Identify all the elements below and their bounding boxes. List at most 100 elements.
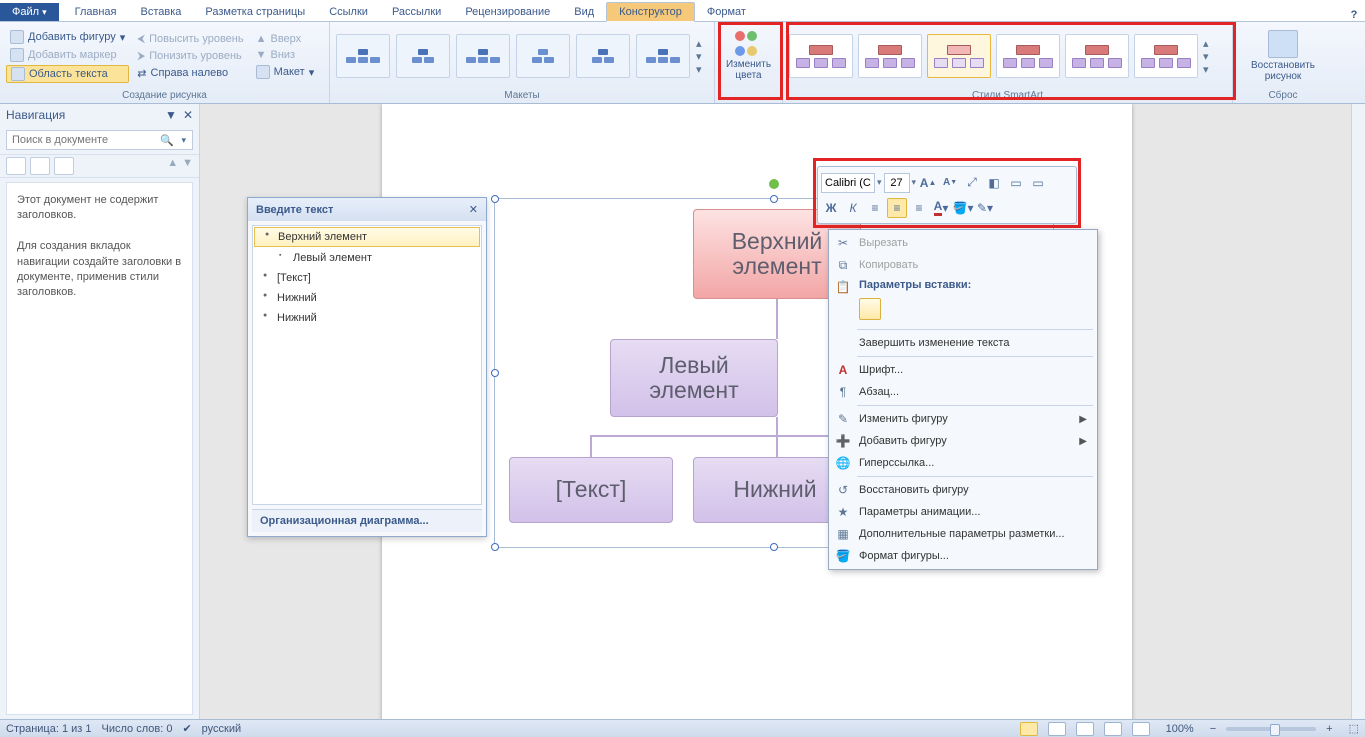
ctx-paragraph[interactable]: ¶Абзац... <box>829 381 1097 403</box>
text-pane-footer[interactable]: Организационная диаграмма... <box>252 509 482 532</box>
text-pane-item-4[interactable]: Нижний <box>253 308 481 328</box>
tab-review[interactable]: Рецензирование <box>453 3 562 21</box>
mini-align-right[interactable]: ≡ <box>909 198 929 218</box>
ctx-cut[interactable]: ✂Вырезать <box>829 232 1097 254</box>
resize-handle-n[interactable] <box>770 195 778 203</box>
ctx-format-shape[interactable]: 🪣Формат фигуры... <box>829 545 1097 567</box>
resize-handle-s[interactable] <box>770 543 778 551</box>
ctx-end-edit[interactable]: Завершить изменение текста <box>829 332 1097 354</box>
ctx-restore[interactable]: ↺Восстановить фигуру <box>829 479 1097 501</box>
zoom-slider[interactable] <box>1226 727 1316 731</box>
resize-handle-w[interactable] <box>491 369 499 377</box>
ctx-animation[interactable]: ★Параметры анимации... <box>829 501 1097 523</box>
mini-align-center[interactable]: ≡ <box>887 198 907 218</box>
add-shape-button[interactable]: Добавить фигуру ▾ <box>6 29 129 45</box>
mini-autofit-icon[interactable]: ⤢ <box>962 173 982 193</box>
rtl-button[interactable]: ⇄Справа налево <box>133 66 247 81</box>
resize-handle-nw[interactable] <box>491 195 499 203</box>
mini-send-back[interactable]: ▭ <box>1028 173 1048 193</box>
tab-insert[interactable]: Вставка <box>129 3 194 21</box>
ctx-copy[interactable]: ⧉Копировать <box>829 254 1097 276</box>
demote-button[interactable]: ⮞Понизить уровень <box>133 49 247 64</box>
style-thumb-5[interactable] <box>1065 34 1129 78</box>
nav-view-results[interactable] <box>54 157 74 175</box>
change-colors-button[interactable]: Изменить цвета <box>720 29 777 83</box>
paste-keep-source-icon[interactable] <box>859 298 881 320</box>
mini-quick-styles[interactable]: ◧ <box>984 173 1004 193</box>
layout-thumb-4[interactable] <box>516 34 570 78</box>
status-proofing-icon[interactable]: ✔ <box>182 722 191 735</box>
mini-font-combo[interactable] <box>821 173 875 193</box>
status-words[interactable]: Число слов: 0 <box>102 723 173 735</box>
ctx-hyperlink[interactable]: 🌐Гиперссылка... <box>829 452 1097 474</box>
view-print-layout[interactable] <box>1020 722 1038 736</box>
mini-grow-font[interactable]: A▲ <box>918 173 938 193</box>
mini-font-color[interactable]: A▾ <box>931 198 951 218</box>
nav-view-pages[interactable] <box>30 157 50 175</box>
text-pane-item-0[interactable]: Верхний элемент <box>254 227 480 247</box>
text-pane-item-2[interactable]: [Текст] <box>253 268 481 288</box>
add-bullet-button[interactable]: Добавить маркер <box>6 47 129 63</box>
layout-thumb-1[interactable] <box>336 34 390 78</box>
resize-handle-sw[interactable] <box>491 543 499 551</box>
layout-thumb-6[interactable] <box>636 34 690 78</box>
collapsed-pane[interactable] <box>1351 104 1365 719</box>
styles-more[interactable]: ▴▾▾ <box>1203 37 1209 76</box>
tab-view[interactable]: Вид <box>562 3 606 21</box>
text-pane-item-3[interactable]: Нижний <box>253 288 481 308</box>
text-pane-close-icon[interactable]: ✕ <box>469 203 478 216</box>
zoom-out-icon[interactable]: − <box>1210 723 1216 735</box>
ctx-more-layout[interactable]: ▦Дополнительные параметры разметки... <box>829 523 1097 545</box>
mini-outline-color[interactable]: ✎▾ <box>975 198 995 218</box>
help-icon[interactable]: ? <box>1343 9 1365 21</box>
promote-button[interactable]: ⮜Повысить уровень <box>133 32 247 47</box>
ctx-change-shape[interactable]: ✎Изменить фигуру▶ <box>829 408 1097 430</box>
mini-size-combo[interactable] <box>884 173 910 193</box>
view-draft[interactable] <box>1132 722 1150 736</box>
layout-thumb-2[interactable] <box>396 34 450 78</box>
nav-prev-icon[interactable]: ▲ <box>167 157 178 175</box>
tab-home[interactable]: Главная <box>63 3 129 21</box>
ctx-paste-options[interactable] <box>829 294 1097 327</box>
style-thumb-1[interactable] <box>789 34 853 78</box>
tab-smartart-design[interactable]: Конструктор <box>606 2 695 22</box>
view-outline[interactable] <box>1104 722 1122 736</box>
nav-dropdown-icon[interactable]: ▼ <box>165 108 177 122</box>
mini-bold[interactable]: Ж <box>821 198 841 218</box>
nav-search[interactable]: 🔍 ▾ <box>6 130 193 150</box>
tab-mailings[interactable]: Рассылки <box>380 3 453 21</box>
reset-graphic-button[interactable]: Восстановить рисунок <box>1239 28 1327 84</box>
text-pane[interactable]: Введите текст ✕ Верхний элемент Левый эл… <box>247 197 487 537</box>
tab-page-layout[interactable]: Разметка страницы <box>193 3 317 21</box>
mini-bring-front[interactable]: ▭ <box>1006 173 1026 193</box>
status-zoom[interactable]: 100% <box>1166 723 1194 735</box>
tab-file[interactable]: Файл ▾ <box>0 3 59 21</box>
search-icon[interactable]: 🔍 <box>159 131 176 149</box>
move-down-button[interactable]: ▼Вниз <box>252 48 319 62</box>
status-language[interactable]: русский <box>202 723 241 735</box>
mini-shrink-font[interactable]: A▼ <box>940 173 960 193</box>
view-full-screen[interactable] <box>1048 722 1066 736</box>
rotate-handle[interactable] <box>769 179 779 189</box>
text-pane-item-1[interactable]: Левый элемент <box>253 248 481 268</box>
nav-search-input[interactable] <box>7 131 159 149</box>
tab-smartart-format[interactable]: Формат <box>695 3 758 21</box>
smartart-node-b1[interactable]: [Текст] <box>509 457 673 523</box>
style-thumb-6[interactable] <box>1134 34 1198 78</box>
view-web-layout[interactable] <box>1076 722 1094 736</box>
zoom-fit-icon[interactable]: ⬚ <box>1349 722 1359 735</box>
tab-references[interactable]: Ссылки <box>317 3 380 21</box>
ctx-font[interactable]: AШрифт... <box>829 359 1097 381</box>
mini-italic[interactable]: К <box>843 198 863 218</box>
layout-thumb-3[interactable] <box>456 34 510 78</box>
ctx-add-shape[interactable]: ➕Добавить фигуру▶ <box>829 430 1097 452</box>
nav-view-headings[interactable] <box>6 157 26 175</box>
zoom-in-icon[interactable]: + <box>1326 723 1332 735</box>
nav-next-icon[interactable]: ▼ <box>182 157 193 175</box>
search-down-icon[interactable]: ▾ <box>176 131 193 149</box>
layouts-more[interactable]: ▴▾▾ <box>696 37 702 76</box>
style-thumb-4[interactable] <box>996 34 1060 78</box>
status-page[interactable]: Страница: 1 из 1 <box>6 723 92 735</box>
smartart-node-left[interactable]: Левый элемент <box>610 339 778 417</box>
layout-thumb-5[interactable] <box>576 34 630 78</box>
